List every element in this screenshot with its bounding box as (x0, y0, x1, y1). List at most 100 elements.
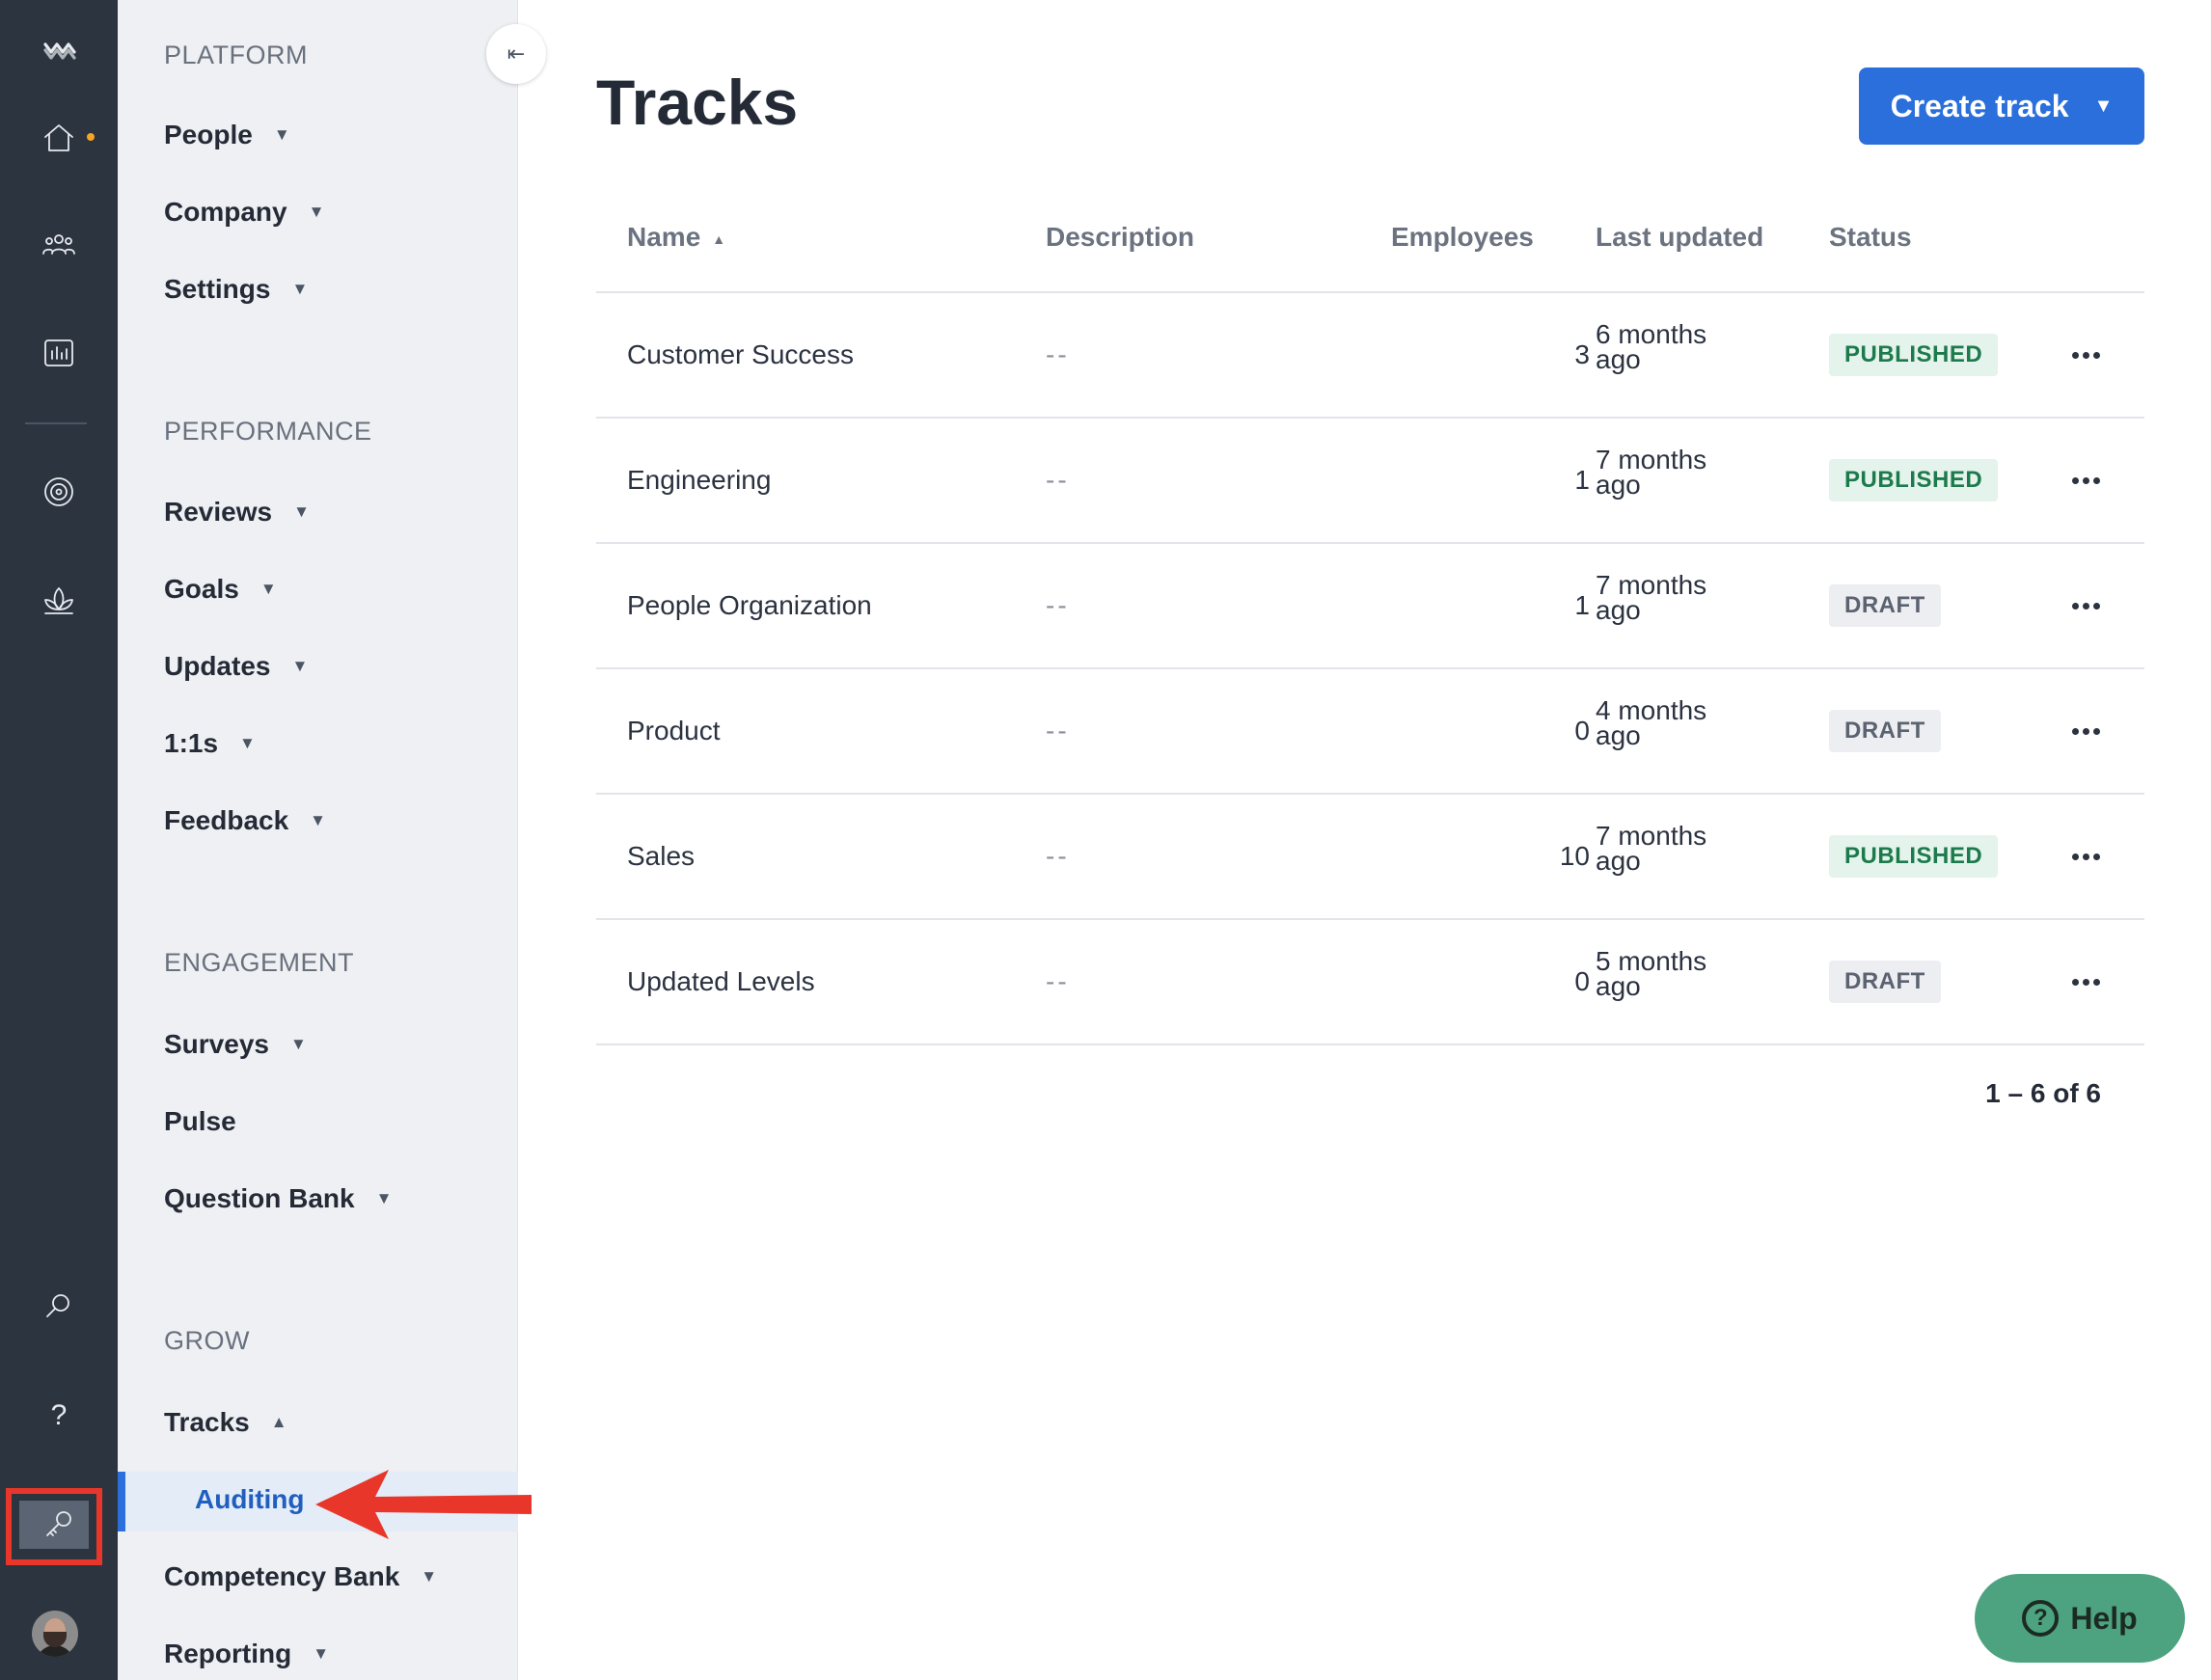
create-track-label: Create track (1890, 88, 2069, 123)
logo-icon[interactable] (32, 21, 86, 75)
more-options-icon[interactable] (2064, 961, 2107, 1003)
nav-company[interactable]: Company ▼ (164, 197, 324, 228)
table-row[interactable]: Product -- 0 4 months ago DRAFT (596, 669, 2144, 793)
nav-auditing[interactable]: Auditing (195, 1484, 305, 1515)
table-row[interactable]: People Organization -- 1 7 months ago DRAFT (596, 544, 2144, 667)
more-options-icon[interactable] (2064, 710, 2107, 752)
table-row[interactable]: Sales -- 10 7 months ago PUBLISHED (596, 795, 2144, 918)
dot (2092, 978, 2100, 986)
collapse-sidebar-button[interactable]: ⇤ (486, 24, 546, 84)
dot (2082, 978, 2089, 986)
more-options-icon[interactable] (2064, 835, 2107, 878)
search-icon[interactable] (32, 1279, 86, 1333)
track-last-updated: 7 months ago (1596, 821, 1707, 876)
lotus-icon[interactable] (32, 573, 86, 627)
track-name[interactable]: Sales (627, 841, 695, 872)
nav-label: Question Bank (164, 1183, 355, 1213)
track-name[interactable]: Customer Success (627, 339, 854, 370)
track-description: -- (1046, 716, 1070, 745)
track-description: -- (1046, 339, 1070, 369)
track-name[interactable]: People Organization (627, 590, 872, 621)
track-last-updated: 7 months ago (1596, 445, 1707, 500)
track-description: -- (1046, 465, 1070, 495)
section-performance: PERFORMANCE (164, 417, 372, 446)
nav-label: Reviews (164, 497, 273, 527)
notification-dot (87, 133, 95, 141)
track-employee-count: 3 (1574, 339, 1590, 369)
target-icon[interactable] (32, 465, 86, 519)
chevron-down-icon: ▼ (2093, 95, 2114, 117)
sort-icon: ▲ (712, 230, 726, 247)
track-employee-count: 10 (1559, 841, 1590, 871)
nav-reporting[interactable]: Reporting ▼ (164, 1639, 329, 1669)
track-name[interactable]: Engineering (627, 465, 771, 496)
track-employee-count: 0 (1574, 966, 1590, 996)
track-name[interactable]: Updated Levels (627, 966, 815, 997)
more-options-icon[interactable] (2064, 584, 2107, 627)
create-track-button[interactable]: Create track ▼ (1859, 68, 2144, 145)
nav-tracks[interactable]: Tracks ▲ (164, 1407, 287, 1438)
nav-people[interactable]: People ▼ (164, 120, 290, 150)
nav-pulse[interactable]: Pulse (164, 1106, 236, 1137)
chevron-down-icon: ▼ (239, 734, 256, 752)
nav-label: Goals (164, 574, 239, 604)
nav-settings[interactable]: Settings ▼ (164, 274, 308, 305)
nav-surveys[interactable]: Surveys ▼ (164, 1029, 307, 1060)
help-label: Help (2070, 1600, 2138, 1636)
nav-reviews[interactable]: Reviews ▼ (164, 497, 310, 528)
dot (2092, 351, 2100, 359)
dot (2092, 602, 2100, 610)
chevron-down-icon: ▼ (291, 280, 309, 298)
chevron-down-icon: ▼ (289, 1035, 307, 1053)
more-options-icon[interactable] (2064, 459, 2107, 501)
nav-competency-bank[interactable]: Competency Bank ▼ (164, 1561, 437, 1592)
dot (2071, 978, 2079, 986)
page-title: Tracks (596, 67, 799, 138)
nav-feedback[interactable]: Feedback ▼ (164, 805, 326, 836)
chevron-down-icon: ▼ (308, 203, 325, 221)
nav-label: Competency Bank (164, 1561, 400, 1591)
nav-updates[interactable]: Updates ▼ (164, 651, 308, 682)
nav-one-on-ones[interactable]: 1:1s ▼ (164, 728, 256, 759)
chevron-down-icon: ▼ (375, 1189, 393, 1207)
track-employee-count: 1 (1574, 590, 1590, 620)
help-icon[interactable]: ? (32, 1389, 86, 1443)
dot (2082, 351, 2089, 359)
people-icon[interactable] (32, 217, 86, 271)
column-label: Name (627, 222, 701, 252)
chevron-down-icon: ▼ (259, 580, 277, 598)
chart-icon[interactable] (32, 326, 86, 380)
nav-label: Updates (164, 651, 271, 681)
column-header-last-updated: Last updated (1596, 222, 1764, 252)
status-badge: PUBLISHED (1829, 835, 1999, 878)
key-icon[interactable] (32, 1498, 86, 1552)
table-row[interactable]: Engineering -- 1 7 months ago PUBLISHED (596, 419, 2144, 542)
dot (2092, 727, 2100, 735)
status-badge: PUBLISHED (1829, 334, 1999, 376)
track-description: -- (1046, 841, 1070, 871)
nav-question-bank[interactable]: Question Bank ▼ (164, 1183, 392, 1214)
track-last-updated: 7 months ago (1596, 570, 1707, 625)
help-button[interactable]: ? Help (1975, 1574, 2185, 1663)
chevron-down-icon: ▼ (421, 1567, 438, 1585)
more-options-icon[interactable] (2064, 334, 2107, 376)
app-rail: ? (0, 0, 118, 1680)
dot (2082, 476, 2089, 484)
dot (2082, 602, 2089, 610)
table-divider (596, 1043, 2144, 1045)
home-icon[interactable] (32, 111, 86, 165)
section-grow: GROW (164, 1326, 250, 1355)
avatar[interactable] (32, 1611, 78, 1657)
track-name[interactable]: Product (627, 716, 721, 746)
nav-goals[interactable]: Goals ▼ (164, 574, 277, 605)
table-row[interactable]: Updated Levels -- 0 5 months ago DRAFT (596, 920, 2144, 1043)
nav-label: Feedback (164, 805, 289, 835)
column-header-description: Description (1046, 222, 1195, 252)
annotation-arrow-icon (315, 1470, 532, 1539)
column-header-name[interactable]: Name ▲ (627, 222, 725, 253)
table-row[interactable]: Customer Success -- 3 6 months ago PUBLISHED (596, 293, 2144, 417)
dot (2092, 853, 2100, 860)
dot (2071, 602, 2079, 610)
column-header-status: Status (1829, 222, 1912, 252)
dot (2071, 476, 2079, 484)
